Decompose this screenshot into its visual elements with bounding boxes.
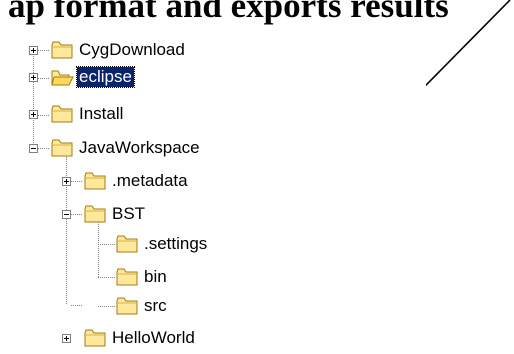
tree-node-bst[interactable]: BST [110, 204, 147, 224]
folder-closed-icon [116, 235, 138, 253]
folder-closed-icon [84, 329, 106, 347]
expand-toggle-cygdownload[interactable] [29, 46, 38, 55]
slide-caption: ap format and exports results [8, 0, 449, 25]
tree-node-eclipse[interactable]: eclipse [76, 66, 135, 88]
tree-node-cygdownload[interactable]: CygDownload [77, 40, 187, 60]
folder-closed-icon [116, 268, 138, 286]
tree-node-javaworkspace[interactable]: JavaWorkspace [77, 138, 202, 158]
tree-node-helloworld[interactable]: HelloWorld [110, 328, 197, 348]
tree-node-metadata[interactable]: .metadata [110, 171, 190, 191]
tree-node-bin[interactable]: bin [142, 267, 169, 287]
collapse-toggle-javaworkspace[interactable] [29, 144, 38, 153]
tree-node-install[interactable]: Install [77, 104, 125, 124]
tree-node-src[interactable]: src [142, 296, 169, 316]
folder-closed-icon [51, 41, 73, 59]
collapse-toggle-bst[interactable] [62, 210, 71, 219]
folder-closed-icon [51, 105, 73, 123]
folder-open-icon [51, 70, 74, 86]
expand-toggle-eclipse[interactable] [29, 73, 38, 82]
expand-toggle-metadata[interactable] [62, 177, 71, 186]
folder-tree: CygDownload eclipse Install JavaWorkspac… [14, 34, 426, 354]
expand-toggle-install[interactable] [29, 110, 38, 119]
folder-closed-icon [116, 297, 138, 315]
folder-closed-icon [51, 139, 73, 157]
folder-closed-icon [84, 205, 106, 223]
expand-toggle-helloworld[interactable] [62, 334, 71, 343]
folder-closed-icon [84, 172, 106, 190]
tree-node-settings[interactable]: .settings [142, 234, 209, 254]
